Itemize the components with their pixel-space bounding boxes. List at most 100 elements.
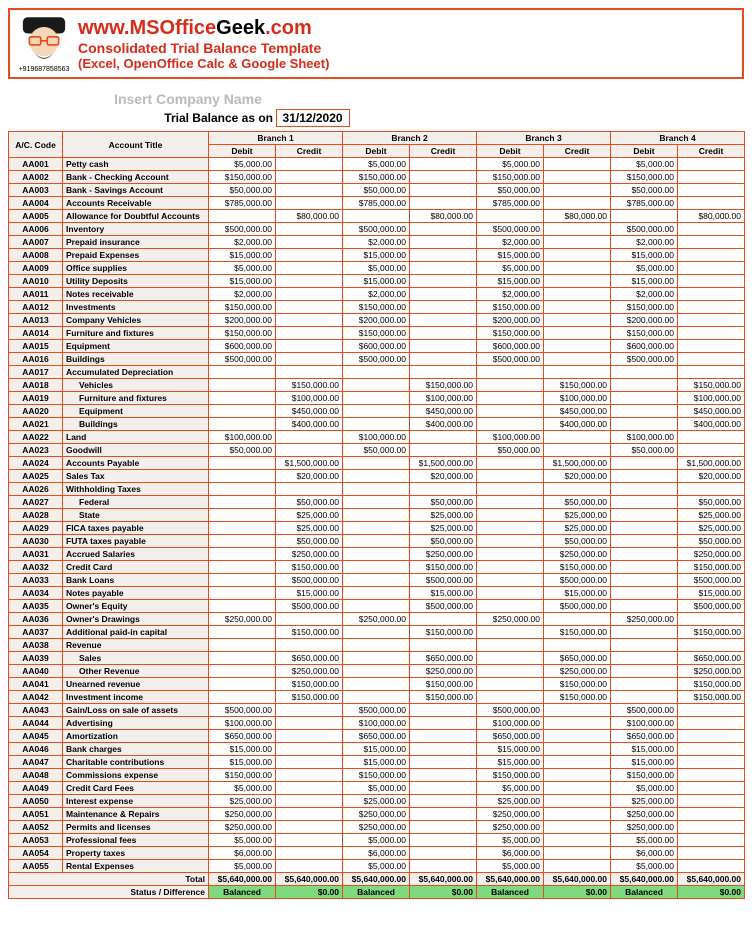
- debit-cell[interactable]: [611, 405, 678, 418]
- debit-cell[interactable]: [477, 678, 544, 691]
- debit-cell[interactable]: $5,000.00: [343, 158, 410, 171]
- debit-cell[interactable]: [343, 678, 410, 691]
- credit-cell[interactable]: $500,000.00: [544, 574, 611, 587]
- debit-cell[interactable]: $6,000.00: [343, 847, 410, 860]
- debit-cell[interactable]: $5,000.00: [209, 158, 276, 171]
- debit-cell[interactable]: [477, 366, 544, 379]
- credit-cell[interactable]: $50,000.00: [276, 496, 343, 509]
- debit-cell[interactable]: $5,000.00: [611, 262, 678, 275]
- debit-cell[interactable]: $5,000.00: [477, 158, 544, 171]
- credit-cell[interactable]: [410, 236, 477, 249]
- debit-cell[interactable]: [343, 561, 410, 574]
- debit-cell[interactable]: [343, 366, 410, 379]
- debit-cell[interactable]: $500,000.00: [477, 223, 544, 236]
- credit-cell[interactable]: $50,000.00: [544, 535, 611, 548]
- debit-cell[interactable]: $500,000.00: [209, 223, 276, 236]
- debit-cell[interactable]: [477, 379, 544, 392]
- credit-cell[interactable]: $500,000.00: [410, 600, 477, 613]
- debit-cell[interactable]: [611, 548, 678, 561]
- debit-cell[interactable]: [611, 561, 678, 574]
- debit-cell[interactable]: $50,000.00: [209, 444, 276, 457]
- debit-cell[interactable]: $500,000.00: [343, 223, 410, 236]
- credit-cell[interactable]: [410, 730, 477, 743]
- credit-cell[interactable]: [410, 197, 477, 210]
- credit-cell[interactable]: $15,000.00: [276, 587, 343, 600]
- credit-cell[interactable]: [410, 795, 477, 808]
- credit-cell[interactable]: [678, 301, 745, 314]
- debit-cell[interactable]: $650,000.00: [209, 730, 276, 743]
- debit-cell[interactable]: $150,000.00: [343, 327, 410, 340]
- credit-cell[interactable]: [276, 327, 343, 340]
- debit-cell[interactable]: $785,000.00: [477, 197, 544, 210]
- debit-cell[interactable]: $150,000.00: [209, 301, 276, 314]
- credit-cell[interactable]: $250,000.00: [544, 665, 611, 678]
- credit-cell[interactable]: $50,000.00: [276, 535, 343, 548]
- debit-cell[interactable]: $785,000.00: [209, 197, 276, 210]
- credit-cell[interactable]: [544, 262, 611, 275]
- credit-cell[interactable]: $20,000.00: [276, 470, 343, 483]
- credit-cell[interactable]: $20,000.00: [678, 470, 745, 483]
- credit-cell[interactable]: $500,000.00: [410, 574, 477, 587]
- debit-cell[interactable]: [343, 210, 410, 223]
- credit-cell[interactable]: [678, 704, 745, 717]
- debit-cell[interactable]: [343, 587, 410, 600]
- credit-cell[interactable]: [544, 314, 611, 327]
- debit-cell[interactable]: [343, 639, 410, 652]
- debit-cell[interactable]: $15,000.00: [209, 249, 276, 262]
- credit-cell[interactable]: [276, 821, 343, 834]
- credit-cell[interactable]: [276, 353, 343, 366]
- debit-cell[interactable]: $200,000.00: [209, 314, 276, 327]
- credit-cell[interactable]: $1,500,000.00: [678, 457, 745, 470]
- debit-cell[interactable]: $15,000.00: [343, 756, 410, 769]
- credit-cell[interactable]: [544, 288, 611, 301]
- debit-cell[interactable]: [343, 626, 410, 639]
- debit-cell[interactable]: $650,000.00: [611, 730, 678, 743]
- debit-cell[interactable]: [477, 483, 544, 496]
- credit-cell[interactable]: [678, 730, 745, 743]
- credit-cell[interactable]: [544, 301, 611, 314]
- credit-cell[interactable]: $450,000.00: [678, 405, 745, 418]
- credit-cell[interactable]: $650,000.00: [410, 652, 477, 665]
- credit-cell[interactable]: [276, 847, 343, 860]
- debit-cell[interactable]: $6,000.00: [209, 847, 276, 860]
- debit-cell[interactable]: $100,000.00: [343, 431, 410, 444]
- debit-cell[interactable]: [209, 509, 276, 522]
- debit-cell[interactable]: [343, 665, 410, 678]
- debit-cell[interactable]: $5,000.00: [477, 262, 544, 275]
- credit-cell[interactable]: [678, 782, 745, 795]
- credit-cell[interactable]: [276, 314, 343, 327]
- debit-cell[interactable]: [611, 574, 678, 587]
- credit-cell[interactable]: [544, 366, 611, 379]
- debit-cell[interactable]: $15,000.00: [209, 275, 276, 288]
- debit-cell[interactable]: [477, 496, 544, 509]
- credit-cell[interactable]: $150,000.00: [678, 691, 745, 704]
- credit-cell[interactable]: [544, 834, 611, 847]
- credit-cell[interactable]: $150,000.00: [544, 678, 611, 691]
- credit-cell[interactable]: [678, 431, 745, 444]
- credit-cell[interactable]: [276, 288, 343, 301]
- debit-cell[interactable]: $5,000.00: [209, 834, 276, 847]
- debit-cell[interactable]: $785,000.00: [611, 197, 678, 210]
- credit-cell[interactable]: $150,000.00: [678, 379, 745, 392]
- debit-cell[interactable]: [611, 496, 678, 509]
- debit-cell[interactable]: $100,000.00: [477, 431, 544, 444]
- credit-cell[interactable]: [410, 717, 477, 730]
- credit-cell[interactable]: [544, 613, 611, 626]
- debit-cell[interactable]: $500,000.00: [343, 353, 410, 366]
- credit-cell[interactable]: $100,000.00: [544, 392, 611, 405]
- debit-cell[interactable]: [209, 379, 276, 392]
- credit-cell[interactable]: [276, 184, 343, 197]
- debit-cell[interactable]: [343, 652, 410, 665]
- debit-cell[interactable]: $100,000.00: [611, 431, 678, 444]
- debit-cell[interactable]: $2,000.00: [343, 288, 410, 301]
- credit-cell[interactable]: [410, 704, 477, 717]
- debit-cell[interactable]: [477, 509, 544, 522]
- debit-cell[interactable]: [343, 548, 410, 561]
- debit-cell[interactable]: $50,000.00: [343, 184, 410, 197]
- company-name-placeholder[interactable]: Insert Company Name: [8, 87, 368, 109]
- debit-cell[interactable]: $250,000.00: [477, 821, 544, 834]
- debit-cell[interactable]: [477, 457, 544, 470]
- credit-cell[interactable]: [410, 639, 477, 652]
- credit-cell[interactable]: [276, 704, 343, 717]
- credit-cell[interactable]: [276, 366, 343, 379]
